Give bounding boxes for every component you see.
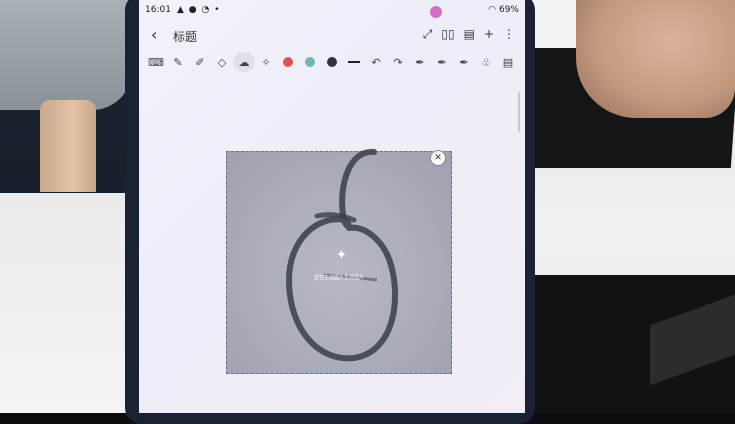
drawing-toolbar: ⌨ ✎ ✐ ◇ ☁ ✧ ↶ ↷ ✒ ✒ ✒ ♧ ▤ <box>145 52 519 72</box>
more-icon[interactable]: ⋮ <box>503 27 515 42</box>
status-bar: 16:01 ▲ ● ◔ • ◠ 69% <box>139 0 525 24</box>
wifi-icon: ◠ <box>488 5 499 15</box>
camera-cutout <box>430 6 442 18</box>
eraser-icon[interactable]: ◇ <box>211 52 233 72</box>
color-red[interactable] <box>277 52 299 72</box>
background-person-leg <box>40 100 96 192</box>
add-icon[interactable]: + <box>484 27 494 42</box>
color-dark[interactable] <box>321 52 343 72</box>
expand-icon[interactable]: ⤢ <box>423 27 433 42</box>
header-actions: ⤢ ▯▯ ▤ + ⋮ <box>423 27 515 42</box>
pen-icon[interactable]: ✎ <box>167 52 189 72</box>
pen-style-3-icon[interactable]: ✒ <box>453 52 475 72</box>
note-header: ‹ 标题 ⤢ ▯▯ ▤ + ⋮ <box>139 24 525 48</box>
color-teal[interactable] <box>299 52 321 72</box>
tablet-screen: 16:01 ▲ ● ◔ • ◠ 69% ‹ 标题 ⤢ ▯▯ ▤ + ⋮ ⌨ ✎ … <box>139 0 525 413</box>
pages-icon[interactable]: ▤ <box>464 27 475 42</box>
redo-icon[interactable]: ↷ <box>387 52 409 72</box>
keyboard-icon[interactable]: ⌨ <box>145 52 167 72</box>
ai-spark-icon[interactable]: ✧ <box>255 52 277 72</box>
scrollbar[interactable] <box>518 92 520 132</box>
undo-icon[interactable]: ↶ <box>365 52 387 72</box>
stroke-width[interactable] <box>343 52 365 72</box>
battery-level: 69% <box>498 5 519 15</box>
note-title[interactable]: 标题 <box>173 28 197 45</box>
book-view-icon[interactable]: ▯▯ <box>441 27 454 42</box>
pen-style-1-icon[interactable]: ✒ <box>409 52 431 72</box>
back-icon[interactable]: ‹ <box>151 25 157 44</box>
status-notification-icons: ▲ ● ◔ • <box>177 5 221 15</box>
status-battery: ◠ 69% <box>488 5 519 15</box>
close-icon[interactable]: ✕ <box>430 150 446 166</box>
pen-style-4-icon[interactable]: ♧ <box>475 52 497 72</box>
background-hands <box>576 0 735 118</box>
status-time: 16:01 <box>145 5 171 15</box>
generating-status: 正在生成图片生成图片 <box>313 275 364 281</box>
ai-sparkle-icon: ✦ <box>336 248 347 263</box>
lasso-icon[interactable]: ☁ <box>233 52 255 72</box>
background-person-shorts <box>0 0 132 110</box>
text-box-icon[interactable]: ▤ <box>497 52 519 72</box>
pen-style-2-icon[interactable]: ✒ <box>431 52 453 72</box>
highlighter-icon[interactable]: ✐ <box>189 52 211 72</box>
